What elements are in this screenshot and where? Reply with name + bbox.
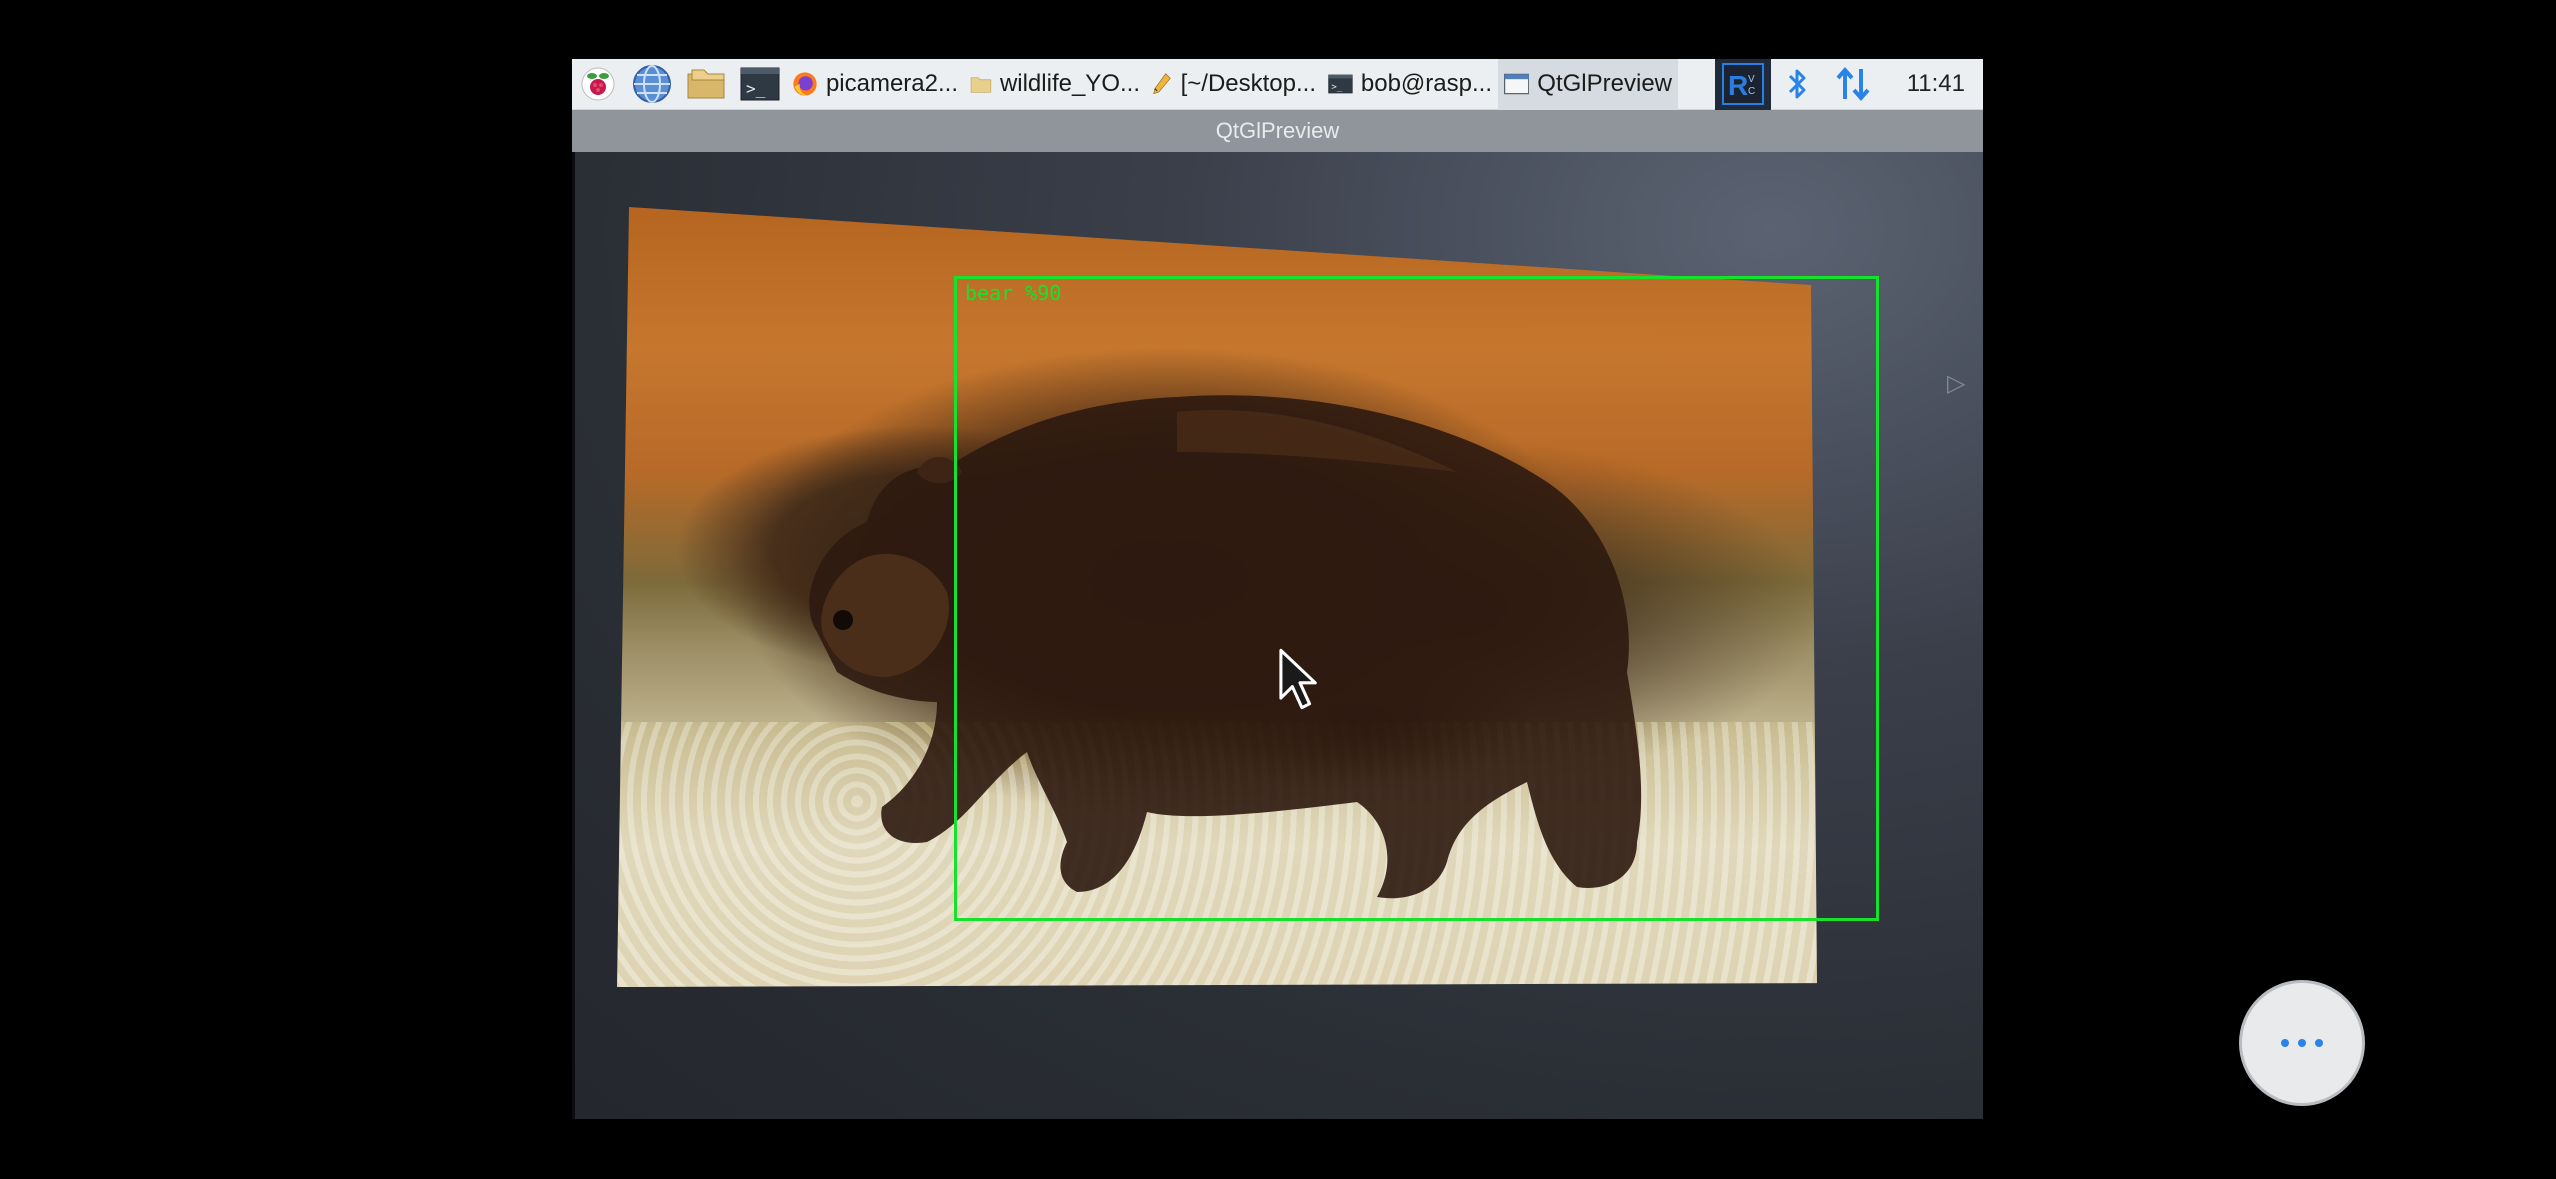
mouse-cursor-icon (1279, 648, 1317, 710)
task-label: [~/Desktop... (1180, 70, 1316, 97)
task-terminal-bob[interactable]: >_ bob@rasp... (1322, 59, 1498, 110)
svg-text:V: V (1748, 74, 1755, 85)
task-picamera2[interactable]: picamera2... (786, 59, 964, 110)
task-wildlife[interactable]: wildlife_YO... (964, 59, 1146, 110)
clock[interactable]: 11:41 (1881, 70, 1983, 98)
bluetooth-icon[interactable] (1771, 59, 1825, 110)
file-manager-icon[interactable] (680, 59, 734, 110)
window-edge (572, 152, 575, 1119)
vnc-server-icon[interactable]: R V C (1714, 59, 1771, 110)
window-title[interactable]: QtGlPreview (572, 110, 1983, 152)
folder-icon (970, 77, 992, 93)
network-transfer-icon[interactable] (1825, 59, 1881, 110)
detection-label: bear %90 (965, 281, 1062, 305)
more-dots-icon (2281, 1039, 2323, 1047)
task-label: picamera2... (825, 70, 958, 97)
terminal-icon[interactable]: >_ (734, 59, 786, 110)
system-tray: R V C 11:41 (1714, 59, 1983, 110)
svg-text:C: C (1748, 86, 1755, 97)
remote-desktop: >_ picamera2... wildlife_YO... [~/Deskto… (572, 59, 1983, 1119)
more-options-button[interactable] (2239, 980, 2365, 1106)
raspberry-menu-icon[interactable] (572, 59, 624, 110)
task-label: wildlife_YO... (999, 70, 1140, 97)
terminal-icon: >_ (1328, 74, 1353, 94)
pencil-icon (1153, 73, 1171, 95)
task-label: QtGlPreview (1537, 70, 1672, 97)
svg-text:>_: >_ (1331, 83, 1342, 93)
web-browser-icon[interactable] (624, 59, 680, 110)
task-qtglpreview[interactable]: QtGlPreview (1498, 59, 1678, 110)
play-indicator-icon: ▷ (1947, 370, 1966, 397)
task-label: bob@rasp... (1360, 70, 1492, 97)
svg-text:R: R (1728, 70, 1748, 101)
task-text-editor[interactable]: [~/Desktop... (1146, 59, 1322, 110)
taskbar: >_ picamera2... wildlife_YO... [~/Deskto… (572, 59, 1983, 110)
detection-box: bear %90 (954, 276, 1879, 921)
firefox-icon (793, 72, 817, 96)
svg-text:>_: >_ (746, 79, 766, 98)
window-icon (1504, 73, 1530, 95)
camera-preview: bear %90 ▷ (572, 152, 1983, 1119)
